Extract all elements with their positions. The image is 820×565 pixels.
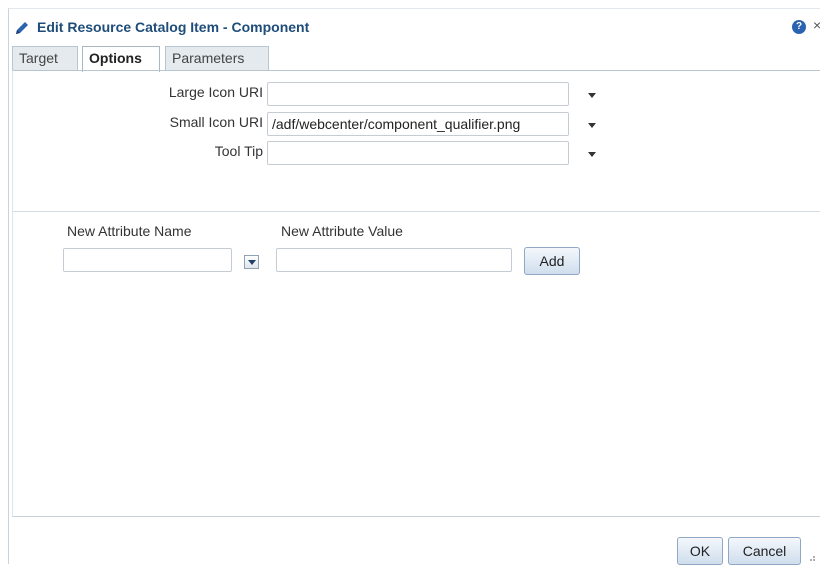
small-icon-dropdown-icon[interactable]	[588, 123, 596, 128]
resize-grip-icon[interactable]	[806, 552, 816, 562]
large-icon-uri-label: Large Icon URI	[168, 84, 263, 100]
tab-target[interactable]: Target	[12, 46, 78, 70]
section-divider	[13, 211, 820, 212]
edit-resource-dialog: Edit Resource Catalog Item - Component ?…	[8, 8, 820, 565]
help-icon[interactable]: ?	[792, 20, 806, 34]
close-icon[interactable]: ×	[813, 17, 820, 33]
attribute-value-input[interactable]	[276, 248, 512, 272]
large-icon-uri-input[interactable]	[267, 82, 569, 106]
tool-tip-label: Tool Tip	[214, 143, 263, 159]
small-icon-uri-label: Small Icon URI	[169, 114, 263, 130]
options-panel: Large Icon URI Small Icon URI /adf/webce…	[12, 70, 820, 517]
attribute-name-input[interactable]	[63, 248, 232, 272]
small-icon-uri-input[interactable]: /adf/webcenter/component_qualifier.png	[267, 112, 569, 136]
pencil-icon	[13, 19, 31, 37]
dialog-titlebar: Edit Resource Catalog Item - Component ?…	[9, 9, 820, 43]
attribute-name-header: New Attribute Name	[67, 223, 192, 239]
cancel-button[interactable]: Cancel	[728, 537, 801, 565]
tab-parameters[interactable]: Parameters	[165, 46, 269, 70]
ok-button[interactable]: OK	[677, 537, 723, 565]
large-icon-dropdown-icon[interactable]	[588, 93, 596, 98]
tool-tip-input[interactable]	[267, 141, 569, 165]
add-attribute-button[interactable]: Add	[524, 247, 580, 275]
dialog-title: Edit Resource Catalog Item - Component	[37, 19, 310, 35]
tab-options[interactable]: Options	[82, 46, 160, 72]
tool-tip-dropdown-icon[interactable]	[588, 152, 596, 157]
attribute-value-header: New Attribute Value	[281, 223, 403, 239]
attribute-name-dropdown-button[interactable]	[244, 255, 259, 269]
